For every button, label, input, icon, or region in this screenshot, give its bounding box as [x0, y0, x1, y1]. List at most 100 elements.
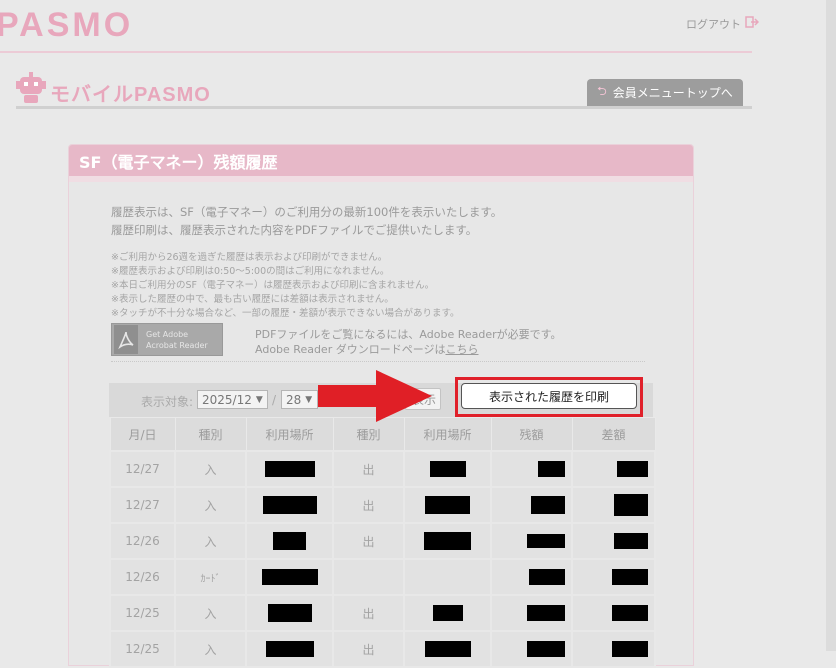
- history-table: 月/日 種別 利用場所 種別 利用場所 残額 差額 12/27 入 出 12/2…: [109, 417, 656, 668]
- year-month-value: 2025/12: [202, 392, 252, 407]
- col-date: 月/日: [109, 417, 176, 452]
- redaction-block: [538, 461, 565, 477]
- note-item: ※本日ご利用分のSF（電子マネー）は履歴表示および印刷に含まれません。: [111, 280, 435, 291]
- redaction-block: [261, 569, 318, 585]
- redaction-block: [424, 532, 471, 550]
- row-date: 12/26: [109, 522, 176, 560]
- filter-label: 表示対象:: [141, 395, 194, 409]
- print-history-button[interactable]: 表示された履歴を印刷: [461, 383, 637, 409]
- row-place-out: [403, 450, 492, 488]
- col-place-in: 利用場所: [245, 417, 334, 452]
- get-adobe-reader-badge[interactable]: Get Adobe Acrobat Reader: [111, 323, 223, 356]
- return-arrow-icon: ⮌: [597, 84, 607, 98]
- redaction-block: [527, 605, 565, 621]
- chevron-down-icon: ▼: [305, 394, 313, 405]
- row-type-out: [332, 558, 405, 596]
- row-diff: [571, 558, 656, 596]
- redaction-block: [612, 641, 648, 657]
- row-place-out: [403, 522, 492, 560]
- row-date: 12/27: [109, 486, 176, 524]
- row-type-out: 出: [332, 522, 405, 560]
- redaction-block: [617, 461, 648, 477]
- row-type-out: 出: [332, 594, 405, 632]
- row-type-in: 入: [174, 450, 247, 488]
- intro-line: 履歴表示は、SF（電子マネー）のご利用分の最新100件を表示いたします。: [111, 205, 503, 219]
- day-select[interactable]: 28 ▼: [281, 390, 318, 409]
- redaction-block: [614, 494, 648, 516]
- col-type-out: 種別: [332, 417, 405, 452]
- row-place-out: [403, 558, 492, 596]
- row-place-in: [245, 558, 334, 596]
- member-menu-top-button[interactable]: ⮌ 会員メニュートップへ: [587, 79, 743, 106]
- panel-title-underline: [69, 176, 693, 182]
- redaction-block: [264, 461, 315, 477]
- panel-title: SF（電子マネー）残額履歴: [69, 145, 693, 176]
- day-value: 28: [286, 392, 302, 407]
- page-scroll-edge: [826, 0, 836, 651]
- row-diff: [571, 522, 656, 560]
- section-divider: [16, 106, 752, 109]
- row-diff: [571, 486, 656, 524]
- row-place-in: [245, 594, 334, 632]
- redaction-block: [614, 533, 648, 549]
- redaction-block: [531, 496, 565, 514]
- row-type-in: 入: [174, 594, 247, 632]
- row-balance: [490, 486, 573, 524]
- row-place-in: [245, 450, 334, 488]
- row-date: 12/26: [109, 558, 176, 596]
- row-place-in: [245, 486, 334, 524]
- table-row: 12/27 入 出: [109, 486, 656, 524]
- row-type-out: 出: [332, 450, 405, 488]
- row-balance: [490, 450, 573, 488]
- note-item: ※表示した履歴の中で、最も古い履歴には差額は表示されません。: [111, 294, 394, 305]
- chevron-down-icon: ▼: [255, 394, 263, 405]
- redaction-block: [424, 641, 471, 657]
- row-place-in: [245, 630, 334, 668]
- header-divider: [0, 51, 752, 53]
- row-type-in: 入: [174, 486, 247, 524]
- redaction-block: [262, 496, 317, 514]
- col-place-out: 利用場所: [403, 417, 492, 452]
- row-place-out: [403, 486, 492, 524]
- adobe-info-line1: PDFファイルをご覧になるには、Adobe Readerが必要です。: [255, 328, 562, 341]
- table-row: 12/25 入 出: [109, 594, 656, 632]
- redaction-block: [529, 569, 565, 585]
- table-row: 12/26 入 出: [109, 522, 656, 560]
- year-month-select[interactable]: 2025/12 ▼: [197, 390, 268, 409]
- row-type-out: 出: [332, 486, 405, 524]
- redaction-block: [265, 641, 314, 657]
- adobe-info-prefix: Adobe Reader ダウンロードページは: [255, 343, 446, 356]
- adobe-download-link[interactable]: こちら: [446, 343, 479, 356]
- adobe-pdf-icon: [114, 325, 138, 354]
- col-diff: 差額: [571, 417, 656, 452]
- redaction-block: [267, 604, 312, 622]
- note-item: ※ご利用から26週を過ぎた履歴は表示および印刷ができません。: [111, 252, 388, 263]
- redaction-block: [429, 461, 466, 477]
- note-item: ※履歴表示および印刷は0:50～5:00の間はご利用になれません。: [111, 266, 390, 277]
- redaction-block: [527, 534, 565, 549]
- redaction-block: [527, 641, 565, 657]
- row-type-out: 出: [332, 630, 405, 668]
- row-place-out: [403, 594, 492, 632]
- intro-text: 履歴表示は、SF（電子マネー）のご利用分の最新100件を表示いたします。 履歴印…: [111, 203, 502, 239]
- col-type-in: 種別: [174, 417, 247, 452]
- row-balance: [490, 630, 573, 668]
- table-row: 12/25 入 出: [109, 630, 656, 668]
- redaction-block: [612, 569, 648, 585]
- logout-link[interactable]: ログアウト: [686, 16, 760, 32]
- adobe-badge-line2: Acrobat Reader: [146, 340, 208, 350]
- note-item: ※タッチが不十分な場合など、一部の履歴・差額が表示できない場合があります。: [111, 308, 460, 319]
- redaction-block: [273, 532, 306, 550]
- mobile-pasmo-logo: モバイルPASMO: [50, 84, 211, 106]
- table-row: 12/26 ｶｰﾄﾞ: [109, 558, 656, 596]
- row-type-in: 入: [174, 522, 247, 560]
- row-diff: [571, 450, 656, 488]
- row-balance: [490, 558, 573, 596]
- row-balance: [490, 522, 573, 560]
- date-separator: /: [272, 393, 277, 407]
- redaction-block: [425, 496, 470, 514]
- red-arrow-right-icon: [318, 370, 432, 422]
- adobe-info: PDFファイルをご覧になるには、Adobe Readerが必要です。 Adobe…: [255, 327, 562, 357]
- redaction-block: [612, 605, 648, 621]
- logout-arrow-icon: [745, 16, 760, 32]
